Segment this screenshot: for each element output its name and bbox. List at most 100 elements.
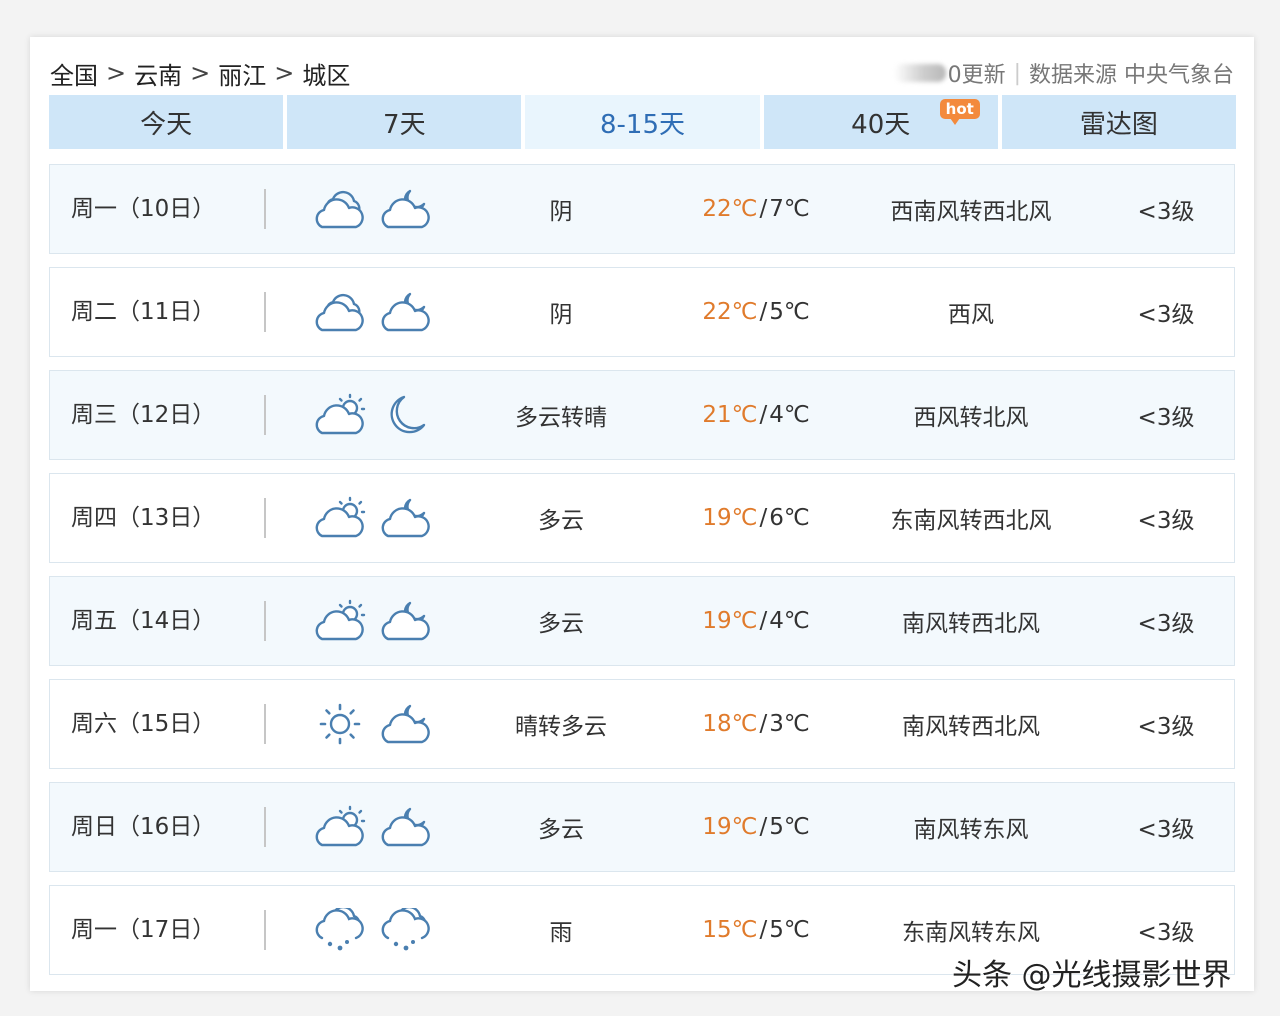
wind-direction: 南风转西北风 — [902, 714, 1040, 740]
partly-cloudy-sun-icon — [314, 805, 366, 849]
rain-cloud-icon — [380, 908, 432, 952]
wind-level: <3级 — [1137, 199, 1195, 225]
sun-icon — [314, 702, 366, 746]
hot-badge: hot — [939, 99, 980, 125]
meta-divider: | — [1013, 60, 1021, 86]
partly-cloudy-sun-icon — [314, 599, 366, 643]
tab-today[interactable]: 今天 — [49, 95, 284, 149]
partly-cloudy-sun-icon — [314, 393, 366, 437]
breadcrumb-item-country[interactable]: 全国 — [50, 56, 98, 91]
temperature-range: 18℃/3℃ — [676, 711, 836, 737]
wind-direction: 南风转东风 — [913, 817, 1029, 843]
blurred-update-time — [893, 64, 946, 82]
temperature-separator: / — [759, 402, 768, 428]
tab-8-15-days[interactable]: 8-15天 — [525, 95, 760, 149]
wind-level: <3级 — [1137, 611, 1195, 637]
data-source-text: 数据来源 中央气象台 — [1029, 63, 1234, 88]
forecast-row: 周四（13日） 多云 19℃/6℃ 东南风转西北风 <3级 — [49, 473, 1235, 563]
overcast-cloud-icon — [314, 187, 366, 231]
wind-direction: 西南风转西北风 — [890, 199, 1052, 225]
forecast-row: 周一（10日） 阴 22℃/7℃ 西南风转西北风 <3级 — [49, 164, 1235, 254]
top-bar: 全国 > 云南 > 丽江 > 城区 0更新 | 数据来源 中央气象台 — [50, 51, 1234, 95]
weather-icons — [266, 496, 446, 540]
temperature-separator: / — [759, 711, 768, 737]
temperature-range: 22℃/7℃ — [676, 196, 836, 222]
wind-level: <3级 — [1137, 405, 1195, 431]
wind-direction: 东南风转东风 — [902, 920, 1040, 946]
weather-description: 多云转晴 — [515, 405, 607, 431]
weather-description: 阴 — [549, 302, 573, 328]
temperature-separator: / — [759, 917, 768, 943]
partly-cloudy-sun-icon — [314, 496, 366, 540]
forecast-row: 周二（11日） 阴 22℃/5℃ 西风 <3级 — [49, 267, 1235, 357]
forecast-row: 周六（15日） 晴转多云 18℃/3℃ 南风转西北风 <3级 — [49, 679, 1235, 769]
temperature-range: 22℃/5℃ — [676, 299, 836, 325]
forecast-tabs: 今天 7天 8-15天 40天 hot 雷达图 — [49, 95, 1237, 149]
cloud-moon-icon — [380, 805, 432, 849]
tab-label: 8-15天 — [600, 109, 686, 140]
weather-description: 晴转多云 — [515, 714, 607, 740]
forecast-card: 全国 > 云南 > 丽江 > 城区 0更新 | 数据来源 中央气象台 今天 7天… — [30, 37, 1254, 991]
tab-label: 雷达图 — [1079, 109, 1158, 140]
breadcrumb: 全国 > 云南 > 丽江 > 城区 — [50, 56, 350, 91]
watermark: 头条 @光线摄影世界 — [952, 958, 1232, 993]
weather-icons — [266, 805, 446, 849]
high-temperature: 19℃ — [702, 505, 758, 531]
forecast-list: 周一（10日） 阴 22℃/7℃ 西南风转西北风 <3级 周二（11日） 阴 2… — [49, 164, 1235, 988]
day-label: 周六（15日） — [50, 704, 266, 744]
day-label: 周三（12日） — [50, 395, 266, 435]
tab-label: 40天 — [851, 109, 911, 140]
temperature-separator: / — [759, 814, 768, 840]
high-temperature: 18℃ — [702, 711, 758, 737]
low-temperature: 5℃ — [769, 299, 810, 325]
day-label: 周四（13日） — [50, 498, 266, 538]
high-temperature: 15℃ — [702, 917, 758, 943]
day-label: 周一（17日） — [50, 910, 266, 950]
breadcrumb-item-city[interactable]: 丽江 — [218, 56, 266, 91]
temperature-range: 19℃/5℃ — [676, 814, 836, 840]
weather-description: 雨 — [549, 920, 573, 946]
low-temperature: 3℃ — [769, 711, 810, 737]
wind-direction: 东南风转西北风 — [890, 508, 1052, 534]
weather-icons — [266, 393, 446, 437]
low-temperature: 5℃ — [769, 917, 810, 943]
high-temperature: 22℃ — [702, 196, 758, 222]
day-label: 周一（10日） — [50, 189, 266, 229]
weather-icons — [266, 908, 446, 952]
day-label: 周日（16日） — [50, 807, 266, 847]
temperature-separator: / — [759, 505, 768, 531]
tab-7-days[interactable]: 7天 — [287, 95, 522, 149]
temperature-separator: / — [759, 299, 768, 325]
wind-direction: 西风 — [948, 302, 994, 328]
wind-level: <3级 — [1137, 302, 1195, 328]
temperature-range: 19℃/4℃ — [676, 608, 836, 634]
overcast-cloud-icon — [314, 290, 366, 334]
tab-40-days[interactable]: 40天 hot — [763, 95, 998, 149]
wind-direction: 南风转西北风 — [902, 611, 1040, 637]
wind-level: <3级 — [1137, 508, 1195, 534]
breadcrumb-separator: > — [106, 59, 127, 87]
rain-cloud-icon — [314, 908, 366, 952]
cloud-moon-icon — [380, 187, 432, 231]
breadcrumb-separator: > — [190, 59, 211, 87]
update-text: 0更新 — [947, 63, 1006, 88]
tab-radar[interactable]: 雷达图 — [1001, 95, 1237, 149]
weather-icons — [266, 187, 446, 231]
temperature-range: 15℃/5℃ — [676, 917, 836, 943]
wind-level: <3级 — [1137, 714, 1195, 740]
temperature-range: 19℃/6℃ — [676, 505, 836, 531]
breadcrumb-item-district: 城区 — [302, 61, 351, 90]
temperature-separator: / — [759, 608, 768, 634]
temperature-range: 21℃/4℃ — [676, 402, 836, 428]
update-meta: 0更新 | 数据来源 中央气象台 — [893, 57, 1234, 89]
weather-description: 多云 — [538, 508, 584, 534]
wind-level: <3级 — [1137, 817, 1195, 843]
weather-icons — [266, 702, 446, 746]
weather-description: 阴 — [549, 199, 573, 225]
high-temperature: 21℃ — [702, 402, 758, 428]
breadcrumb-item-province[interactable]: 云南 — [134, 56, 182, 91]
forecast-row: 周三（12日） 多云转晴 21℃/4℃ 西风转北风 <3级 — [49, 370, 1235, 460]
tab-label: 7天 — [383, 109, 426, 140]
wind-level: <3级 — [1137, 920, 1195, 946]
low-temperature: 6℃ — [769, 505, 810, 531]
